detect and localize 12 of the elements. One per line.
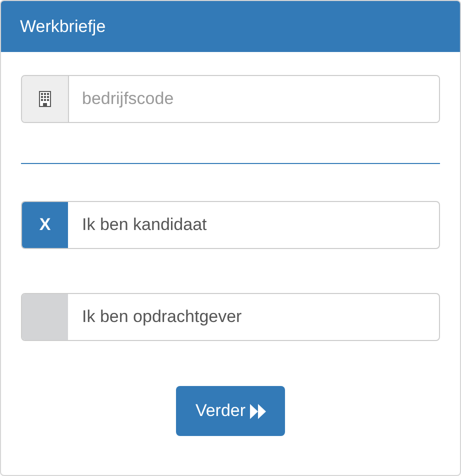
panel-title: Werkbriefje [20,16,106,38]
next-button[interactable]: Verder [176,386,285,436]
company-code-field[interactable]: bedrijfscode [21,75,440,123]
role-option[interactable]: Ik ben opdrachtgever [21,293,440,341]
fast-forward-icon [250,404,266,418]
building-icon [39,91,51,107]
check-mark: X [39,214,51,236]
role-label: Ik ben kandidaat [81,214,208,236]
role-option[interactable]: X Ik ben kandidaat [21,201,440,249]
company-code-input[interactable]: bedrijfscode [69,76,439,122]
role-label: Ik ben opdrachtgever [81,306,243,328]
selection-box [22,294,68,340]
